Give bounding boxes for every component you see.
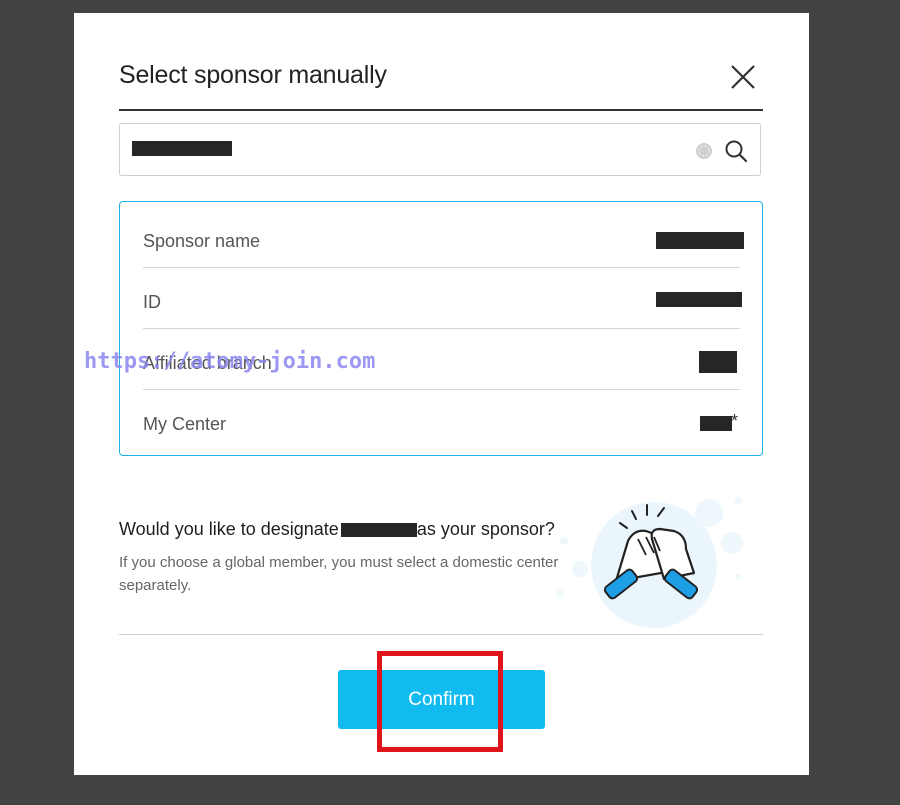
sponsor-info-panel: Sponsor name ID Affiliated branch My Cen… — [119, 201, 763, 456]
handshake-icon — [556, 497, 743, 628]
redacted-search-value — [132, 141, 232, 156]
sponsor-search-box — [119, 123, 761, 176]
sponsor-id-row: ID — [143, 268, 742, 329]
redacted-sponsor-name — [656, 232, 744, 249]
sponsor-modal: Select sponsor manually Sponsor name ID … — [74, 13, 809, 775]
title-divider — [119, 109, 763, 111]
global-member-note: If you choose a global member, you must … — [119, 554, 559, 594]
modal-title: Select sponsor manually — [119, 61, 387, 89]
redacted-branch — [699, 351, 737, 373]
center-suffix: * — [731, 411, 739, 431]
sponsor-id-label: ID — [143, 292, 161, 312]
question-end: as your sponsor? — [416, 519, 555, 539]
sponsor-name-label: Sponsor name — [143, 231, 261, 251]
question-start: Would you like to designate — [119, 519, 339, 539]
sponsor-name-row: Sponsor name — [143, 207, 744, 268]
redacted-sponsor-in-question — [340, 523, 417, 538]
clear-icon[interactable] — [694, 141, 714, 161]
my-center-label: My Center — [143, 414, 227, 434]
footer-divider — [119, 634, 763, 635]
redacted-center — [700, 416, 732, 431]
confirm-button[interactable]: Confirm — [338, 670, 545, 729]
designate-question: Would you like to designate as your spons… — [119, 519, 555, 540]
search-icon[interactable] — [723, 138, 749, 164]
close-icon[interactable] — [729, 63, 757, 91]
watermark-url: https://atomy-join.com — [84, 349, 376, 374]
my-center-row: My Center * — [143, 390, 740, 450]
redacted-sponsor-id — [656, 292, 742, 307]
